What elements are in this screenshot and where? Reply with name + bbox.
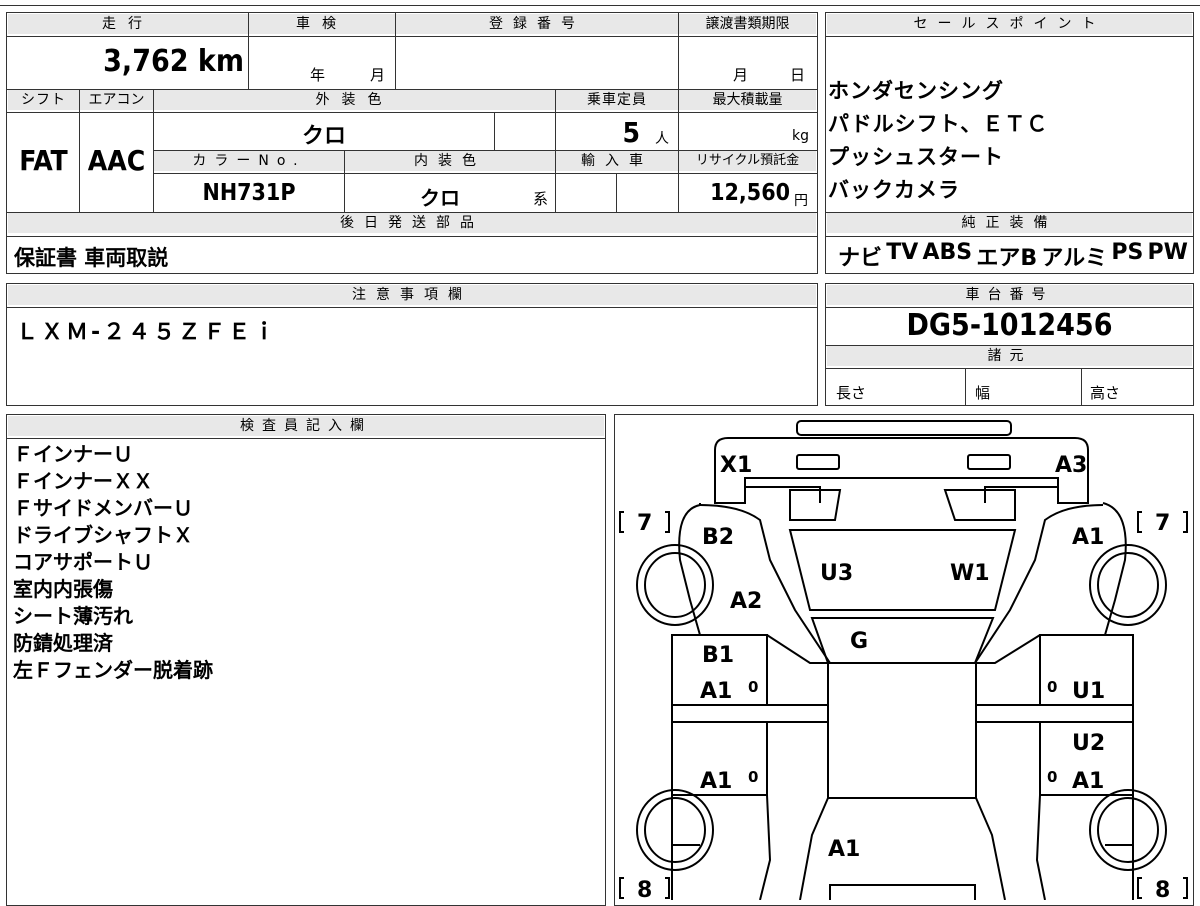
inspector-note: 室内内張傷 <box>13 577 113 601</box>
interior-color-value: クロ <box>420 186 460 210</box>
exterior-color-header: 外装色 <box>154 90 555 110</box>
damage-code-a1-left-front-door: A1 <box>700 679 732 704</box>
sales-point-3: プッシュスタート <box>828 145 1004 169</box>
tire-front-right: 7 <box>1155 511 1170 536</box>
damage-code-a3: A3 <box>1055 453 1087 478</box>
sales-point-4: バックカメラ <box>828 178 960 202</box>
max-load-header: 最大積載量 <box>679 90 816 110</box>
damage-code-a1-rear: A1 <box>828 837 860 862</box>
damage-code-a1-left-rear-door: A1 <box>700 769 732 794</box>
interior-color-suffix: 系 <box>533 190 549 208</box>
damage-code-w1: W1 <box>950 561 990 586</box>
door-marker: 0 <box>1047 678 1057 696</box>
shift-header: シフト <box>8 90 79 110</box>
sales-points-header: セールスポイント <box>827 14 1192 34</box>
import-header: 輸入車 <box>556 151 678 171</box>
tire-rear-left: 8 <box>637 878 652 900</box>
tire-front-left: 7 <box>637 511 652 536</box>
equipment-abs: ABS <box>922 240 973 265</box>
capacity-value: 5 <box>622 116 640 149</box>
damage-code-b1: B1 <box>702 643 734 668</box>
door-marker: 0 <box>1047 768 1057 786</box>
inspector-header: 検査員記入欄 <box>8 416 604 436</box>
interior-color-header: 内装色 <box>345 151 555 171</box>
equipment-header: 純正装備 <box>827 213 1192 233</box>
inspector-note: ＦインナーＵ <box>13 442 133 466</box>
inspector-note: ＦインナーＸＸ <box>13 469 153 493</box>
damage-code-a2: A2 <box>730 589 762 614</box>
equipment-pw: PW <box>1147 240 1188 265</box>
equipment-alloy: アルミ <box>1041 246 1108 271</box>
aircon-header: エアコン <box>80 90 153 110</box>
inspection-year-unit: 年 <box>310 66 326 84</box>
chassis-header: 車台番号 <box>827 285 1192 305</box>
inspector-note: ドライブシャフトＸ <box>13 523 193 547</box>
chassis-number: DG5-1012456 <box>906 308 1113 343</box>
damage-code-a1-right-rear-door: A1 <box>1072 769 1104 794</box>
tire-rear-right: 8 <box>1155 878 1170 900</box>
sales-point-1: ホンダセンシング <box>828 79 1004 103</box>
transfer-day-unit: 日 <box>790 66 806 84</box>
transfer-month-unit: 月 <box>733 66 749 84</box>
top-strip <box>0 0 1200 6</box>
transfer-deadline-header: 譲渡書類期限 <box>679 14 816 34</box>
damage-code-b2: B2 <box>702 525 734 550</box>
sales-point-2: パドルシフト、ＥＴＣ <box>828 112 1049 136</box>
damage-code-u1: U1 <box>1072 679 1105 704</box>
damage-code-u2: U2 <box>1072 731 1105 756</box>
aircon-value: AAC <box>87 144 146 177</box>
inspection-month-unit: 月 <box>370 66 386 84</box>
spec-width-label: 幅 <box>975 384 991 402</box>
inspector-note: コアサポートＵ <box>13 550 153 574</box>
mileage-value: 3,762 km <box>10 44 244 79</box>
equipment-tv: TV <box>886 240 919 265</box>
mileage-number: 3,762 <box>103 44 189 79</box>
inspector-note: 左Ｆフェンダー脱着跡 <box>13 658 213 682</box>
color-no-value: NH731P <box>202 180 296 206</box>
color-no-header: カラーNo. <box>154 151 344 171</box>
equipment-airbag: エアB <box>976 246 1038 271</box>
shift-value: FAT <box>19 144 68 177</box>
equipment-list: ナビ TV ABS エアB アルミ PS PW <box>838 240 1188 272</box>
damage-code-x1: X1 <box>720 453 752 478</box>
damage-code-a1-front-right: A1 <box>1072 525 1104 550</box>
door-marker: 0 <box>748 678 758 696</box>
inspector-note: ＦサイドメンバーＵ <box>13 496 193 520</box>
later-parts-value: 保証書 車両取説 <box>14 246 169 270</box>
car-diagram: X1 A3 B2 A1 U3 W1 A2 G B1 A1 U1 U2 A1 A1… <box>619 420 1188 900</box>
recycle-header: リサイクル預託金 <box>679 151 816 171</box>
later-parts-header: 後日発送部品 <box>8 213 816 233</box>
mileage-unit: km <box>197 44 244 79</box>
caution-header: 注意事項欄 <box>8 285 816 305</box>
capacity-unit: 人 <box>655 131 669 147</box>
inspector-note: 防錆処理済 <box>13 631 113 655</box>
recycle-unit: 円 <box>794 193 808 209</box>
specs-header: 諸元 <box>827 346 1192 366</box>
inspector-notes: ＦインナーＵ ＦインナーＸＸ ＦサイドメンバーＵ ドライブシャフトＸ コアサポー… <box>13 441 213 684</box>
inspector-note: シート薄汚れ <box>13 604 133 628</box>
spec-height-label: 高さ <box>1090 384 1121 402</box>
sales-points-list: ホンダセンシング パドルシフト、ＥＴＣ プッシュスタート バックカメラ <box>828 75 1048 207</box>
registration-header: 登録番号 <box>396 14 678 34</box>
recycle-value: 12,560 <box>710 180 790 206</box>
exterior-color-value: クロ <box>301 124 346 149</box>
mileage-header: 走行 <box>8 14 248 34</box>
spec-length-label: 長さ <box>836 384 867 402</box>
max-load-unit: kg <box>792 128 809 144</box>
caution-value: ＬＸＭ-２４５ＺＦＥｉ <box>16 320 279 345</box>
damage-code-g: G <box>850 629 868 654</box>
door-marker: 0 <box>748 768 758 786</box>
inspection-header: 車検 <box>249 14 395 34</box>
equipment-navi: ナビ <box>838 246 883 271</box>
equipment-ps: PS <box>1111 240 1144 265</box>
damage-code-u3: U3 <box>820 561 853 586</box>
capacity-header: 乗車定員 <box>556 90 678 110</box>
